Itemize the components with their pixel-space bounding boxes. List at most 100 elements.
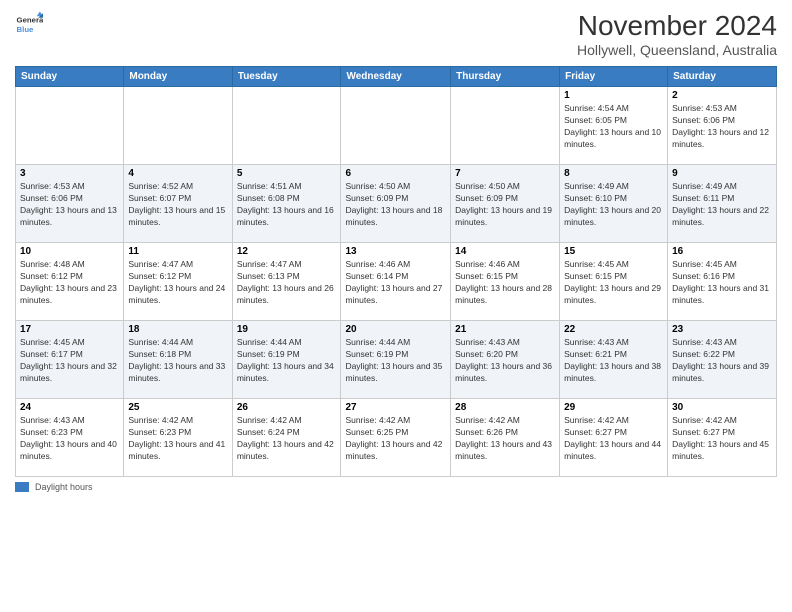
day-number: 29 (564, 402, 663, 413)
day-info: Sunrise: 4:43 AM Sunset: 6:22 PM Dayligh… (672, 337, 772, 385)
table-row: 28Sunrise: 4:42 AM Sunset: 6:26 PM Dayli… (451, 399, 560, 477)
table-row: 5 Sunrise: 4:51 AM Sunset: 6:08 PM Daylig… (232, 165, 341, 243)
daylight-legend-color (15, 482, 29, 492)
day-info: Sunrise: 4:49 AM Sunset: 6:10 PM Dayligh… (564, 181, 663, 229)
header-saturday: Saturday (668, 67, 777, 87)
day-number: 22 (564, 324, 663, 335)
table-row: 29 Sunrise: 4:42 AM Sunset: 6:27 PM Dayli… (560, 399, 668, 477)
table-row: 14Sunrise: 4:46 AM Sunset: 6:15 PM Dayli… (451, 243, 560, 321)
day-number: 24 (20, 402, 119, 413)
table-row: 21 Sunrise: 4:43 AM Sunset: 6:20 PM Dayli… (451, 321, 560, 399)
day-info: Sunrise: 4:45 AM Sunset: 6:16 PM Dayligh… (672, 259, 772, 307)
logo-icon: General Blue (15, 10, 43, 38)
day-number: 17 (20, 324, 119, 335)
title-block: November 2024 Hollywell, Queensland, Aus… (577, 10, 777, 58)
calendar-week-row: 17Sunrise: 4:45 AM Sunset: 6:17 PM Dayli… (16, 321, 777, 399)
day-info: Sunrise: 4:44 AM Sunset: 6:18 PM Dayligh… (128, 337, 227, 385)
table-row (451, 87, 560, 165)
calendar-week-row: 3Sunrise: 4:53 AM Sunset: 6:06 PM Daylig… (16, 165, 777, 243)
day-number: 5 (237, 168, 337, 179)
table-row: 13 Sunrise: 4:46 AM Sunset: 6:14 PM Dayli… (341, 243, 451, 321)
calendar: Sunday Monday Tuesday Wednesday Thursday… (15, 66, 777, 477)
header-friday: Friday (560, 67, 668, 87)
day-number: 7 (455, 168, 555, 179)
day-info: Sunrise: 4:51 AM Sunset: 6:08 PM Dayligh… (237, 181, 337, 229)
svg-text:General: General (17, 15, 43, 24)
day-info: Sunrise: 4:42 AM Sunset: 6:27 PM Dayligh… (672, 415, 772, 463)
header-thursday: Thursday (451, 67, 560, 87)
day-info: Sunrise: 4:43 AM Sunset: 6:20 PM Dayligh… (455, 337, 555, 385)
day-number: 23 (672, 324, 772, 335)
table-row: 7 Sunrise: 4:50 AM Sunset: 6:09 PM Daylig… (451, 165, 560, 243)
header-monday: Monday (124, 67, 232, 87)
day-number: 4 (128, 168, 227, 179)
table-row: 2Sunrise: 4:53 AM Sunset: 6:06 PM Daylig… (668, 87, 777, 165)
day-number: 18 (128, 324, 227, 335)
table-row: 22 Sunrise: 4:43 AM Sunset: 6:21 PM Dayli… (560, 321, 668, 399)
table-row: 15 Sunrise: 4:45 AM Sunset: 6:15 PM Dayli… (560, 243, 668, 321)
day-number: 21 (455, 324, 555, 335)
table-row: 4Sunrise: 4:52 AM Sunset: 6:07 PM Daylig… (124, 165, 232, 243)
day-number: 27 (345, 402, 446, 413)
day-number: 25 (128, 402, 227, 413)
day-info: Sunrise: 4:50 AM Sunset: 6:09 PM Dayligh… (345, 181, 446, 229)
day-number: 10 (20, 246, 119, 257)
table-row: 27Sunrise: 4:42 AM Sunset: 6:25 PM Dayli… (341, 399, 451, 477)
header: General Blue November 2024 Hollywell, Qu… (15, 10, 777, 58)
day-info: Sunrise: 4:47 AM Sunset: 6:12 PM Dayligh… (128, 259, 227, 307)
daylight-label: Daylight hours (35, 482, 93, 492)
day-info: Sunrise: 4:42 AM Sunset: 6:23 PM Dayligh… (128, 415, 227, 463)
day-number: 13 (345, 246, 446, 257)
day-number: 3 (20, 168, 119, 179)
table-row: 6Sunrise: 4:50 AM Sunset: 6:09 PM Daylig… (341, 165, 451, 243)
table-row: 12 Sunrise: 4:47 AM Sunset: 6:13 PM Dayli… (232, 243, 341, 321)
day-number: 12 (237, 246, 337, 257)
day-info: Sunrise: 4:47 AM Sunset: 6:13 PM Dayligh… (237, 259, 337, 307)
calendar-week-row: 1 Sunrise: 4:54 AM Sunset: 6:05 PM Daylig… (16, 87, 777, 165)
day-info: Sunrise: 4:49 AM Sunset: 6:11 PM Dayligh… (672, 181, 772, 229)
subtitle: Hollywell, Queensland, Australia (577, 42, 777, 58)
table-row: 18 Sunrise: 4:44 AM Sunset: 6:18 PM Dayli… (124, 321, 232, 399)
day-info: Sunrise: 4:48 AM Sunset: 6:12 PM Dayligh… (20, 259, 119, 307)
table-row (124, 87, 232, 165)
header-tuesday: Tuesday (232, 67, 341, 87)
table-row: 23 Sunrise: 4:43 AM Sunset: 6:22 PM Dayli… (668, 321, 777, 399)
day-number: 15 (564, 246, 663, 257)
day-info: Sunrise: 4:44 AM Sunset: 6:19 PM Dayligh… (345, 337, 446, 385)
table-row: 9 Sunrise: 4:49 AM Sunset: 6:11 PM Daylig… (668, 165, 777, 243)
table-row (232, 87, 341, 165)
table-row: 25 Sunrise: 4:42 AM Sunset: 6:23 PM Dayli… (124, 399, 232, 477)
header-sunday: Sunday (16, 67, 124, 87)
day-number: 9 (672, 168, 772, 179)
day-info: Sunrise: 4:42 AM Sunset: 6:27 PM Dayligh… (564, 415, 663, 463)
day-number: 2 (672, 90, 772, 101)
day-number: 20 (345, 324, 446, 335)
table-row (341, 87, 451, 165)
day-info: Sunrise: 4:43 AM Sunset: 6:21 PM Dayligh… (564, 337, 663, 385)
day-info: Sunrise: 4:46 AM Sunset: 6:14 PM Dayligh… (345, 259, 446, 307)
day-info: Sunrise: 4:45 AM Sunset: 6:15 PM Dayligh… (564, 259, 663, 307)
day-info: Sunrise: 4:42 AM Sunset: 6:24 PM Dayligh… (237, 415, 337, 463)
day-info: Sunrise: 4:46 AM Sunset: 6:15 PM Dayligh… (455, 259, 555, 307)
table-row: 1 Sunrise: 4:54 AM Sunset: 6:05 PM Daylig… (560, 87, 668, 165)
calendar-week-row: 24 Sunrise: 4:43 AM Sunset: 6:23 PM Dayli… (16, 399, 777, 477)
day-info: Sunrise: 4:43 AM Sunset: 6:23 PM Dayligh… (20, 415, 119, 463)
day-info: Sunrise: 4:44 AM Sunset: 6:19 PM Dayligh… (237, 337, 337, 385)
day-number: 8 (564, 168, 663, 179)
day-info: Sunrise: 4:42 AM Sunset: 6:26 PM Dayligh… (455, 415, 555, 463)
logo: General Blue (15, 10, 43, 38)
table-row: 17Sunrise: 4:45 AM Sunset: 6:17 PM Dayli… (16, 321, 124, 399)
day-number: 11 (128, 246, 227, 257)
day-number: 19 (237, 324, 337, 335)
table-row: 24 Sunrise: 4:43 AM Sunset: 6:23 PM Dayli… (16, 399, 124, 477)
table-row: 8 Sunrise: 4:49 AM Sunset: 6:10 PM Daylig… (560, 165, 668, 243)
table-row: 30Sunrise: 4:42 AM Sunset: 6:27 PM Dayli… (668, 399, 777, 477)
day-info: Sunrise: 4:50 AM Sunset: 6:09 PM Dayligh… (455, 181, 555, 229)
day-number: 1 (564, 90, 663, 101)
table-row (16, 87, 124, 165)
table-row: 16 Sunrise: 4:45 AM Sunset: 6:16 PM Dayli… (668, 243, 777, 321)
day-number: 16 (672, 246, 772, 257)
table-row: 26Sunrise: 4:42 AM Sunset: 6:24 PM Dayli… (232, 399, 341, 477)
day-info: Sunrise: 4:54 AM Sunset: 6:05 PM Dayligh… (564, 103, 663, 151)
table-row: 20 Sunrise: 4:44 AM Sunset: 6:19 PM Dayli… (341, 321, 451, 399)
